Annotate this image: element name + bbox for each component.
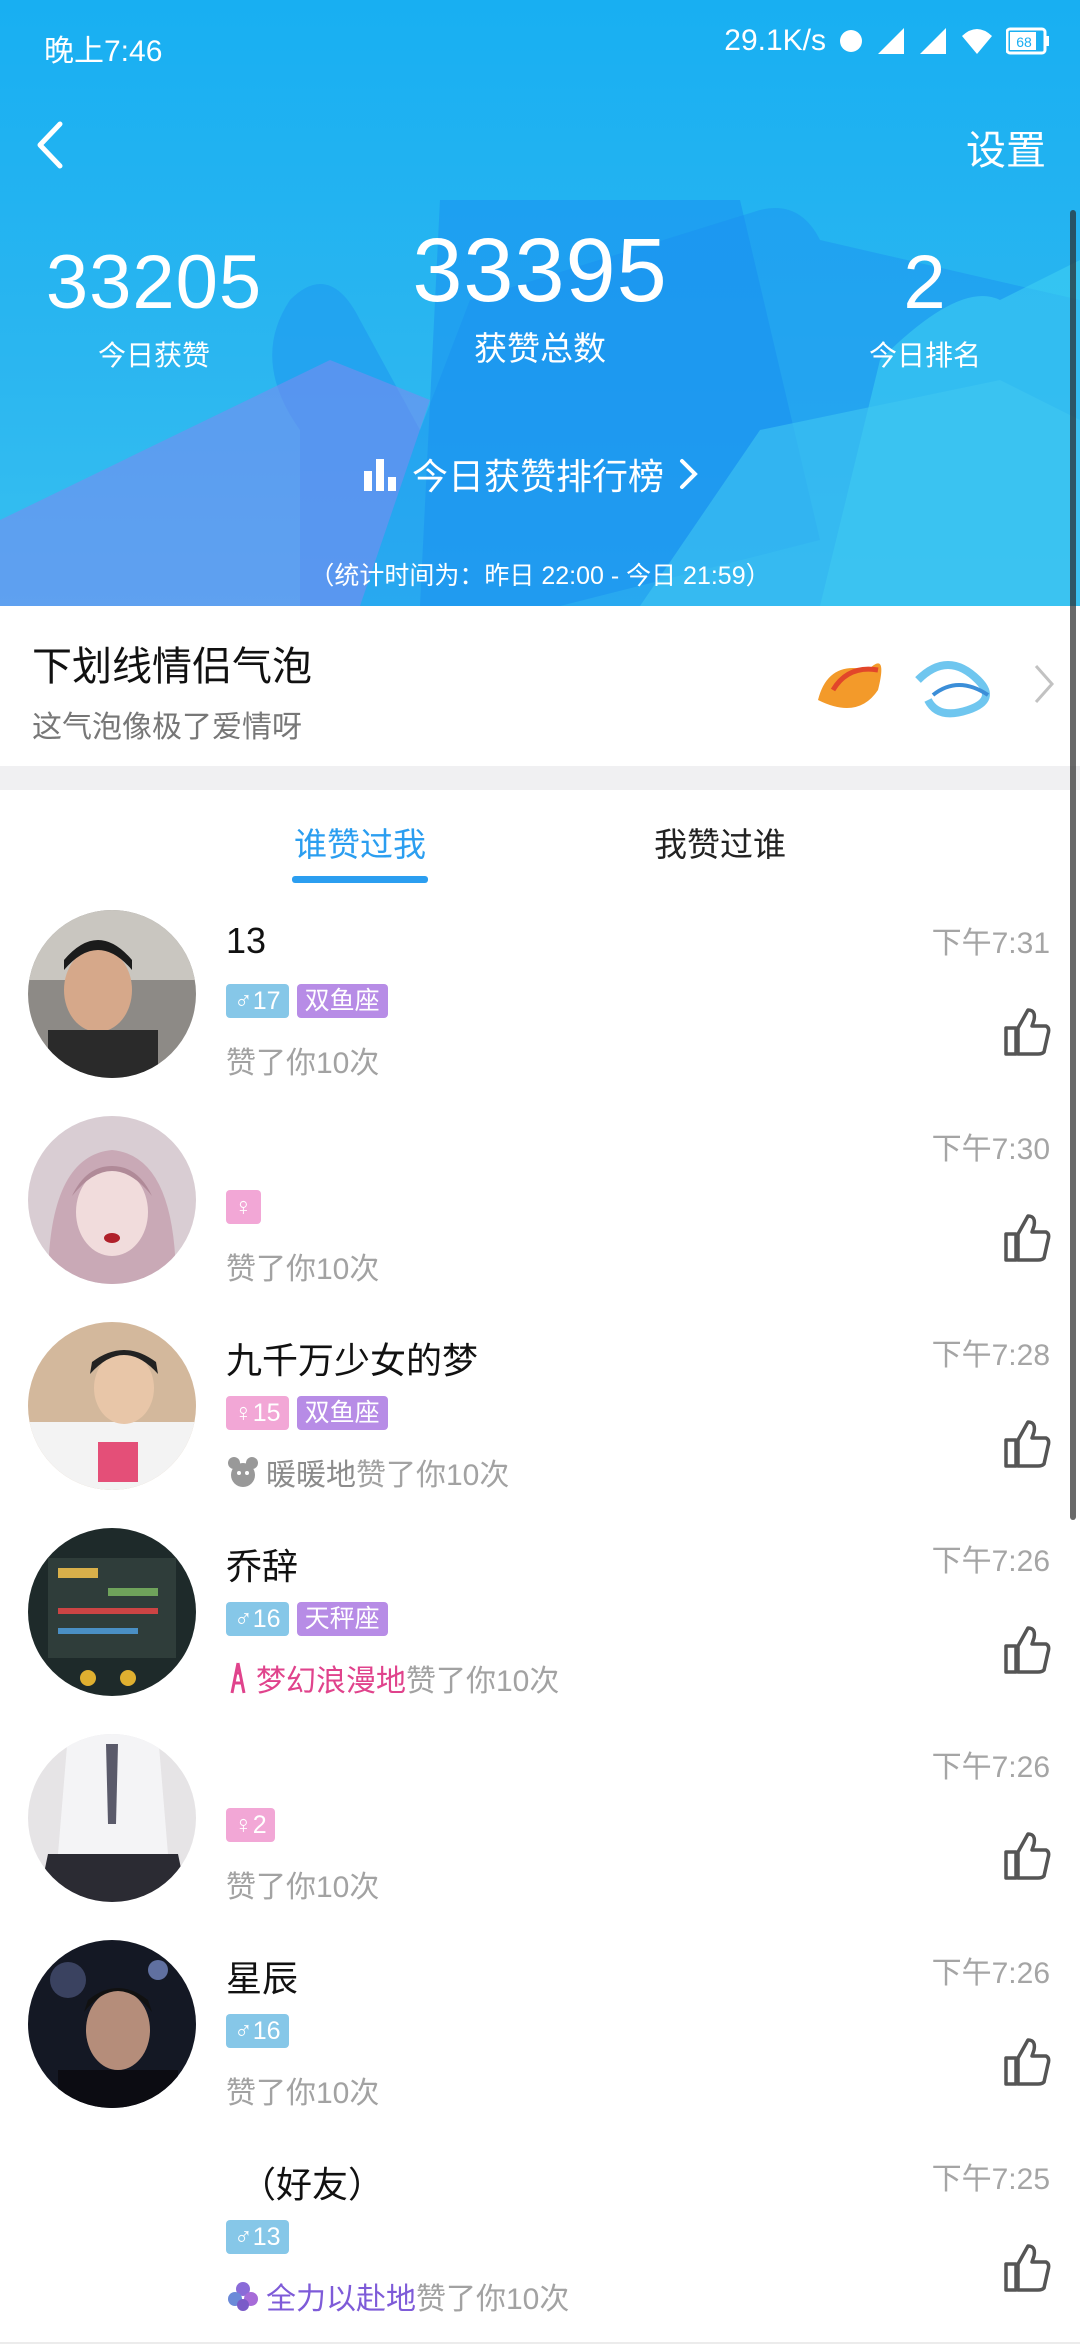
gender-age-badge: ♀2: [226, 1808, 275, 1842]
section-divider: [0, 766, 1080, 790]
zodiac-badge: 双鱼座: [296, 1396, 388, 1430]
user-name: 星辰: [226, 1958, 299, 1999]
avatar[interactable]: [28, 910, 196, 1078]
gender-age-badge: ♂17: [226, 984, 289, 1018]
active-tab-indicator: [292, 876, 428, 883]
total-likes-value: 33395: [412, 221, 668, 321]
today-rank-value: 2: [903, 240, 947, 325]
flower-icon: [228, 2282, 258, 2311]
avatar[interactable]: [28, 1322, 196, 1490]
avatar[interactable]: [28, 1940, 196, 2108]
status-bar: 晚上7:46 29.1K/s 68: [0, 0, 1080, 86]
list-item[interactable]: 下午7:26 ♀2 赞了你10次: [0, 1724, 1080, 1932]
gender-age-badge: ♀: [226, 1190, 261, 1224]
user-name: 九千万少女的梦: [226, 1340, 479, 1381]
avatar[interactable]: [28, 1116, 196, 1284]
thumbs-up-icon[interactable]: [1002, 1830, 1052, 1882]
like-time: 下午7:31: [931, 927, 1050, 960]
chevron-right-icon: [680, 459, 698, 489]
daily-rank-link[interactable]: 今日获赞排行榜: [362, 448, 700, 500]
scrollbar[interactable]: [1070, 210, 1076, 1520]
like-description: 梦幻浪漫地 赞了你10次: [226, 1656, 559, 1700]
top-nav: 设置: [0, 110, 1080, 180]
tab-who-i-liked[interactable]: 我赞过谁: [654, 818, 786, 866]
user-name: （好友）: [240, 2164, 385, 2205]
likes-tabs: 谁赞过我 我赞过谁: [0, 790, 1080, 900]
battery-icon: 68: [1006, 27, 1049, 55]
thumbs-up-icon[interactable]: [1002, 1418, 1052, 1470]
list-item[interactable]: 乔辞 下午7:26 ♂16 天秤座 梦幻浪漫地 赞了你10次: [0, 1518, 1080, 1726]
network-speed: 29.1K/s: [724, 24, 826, 57]
svg-text:68: 68: [1016, 34, 1032, 50]
bubble-promo-banner[interactable]: 下划线情侣气泡 这气泡像极了爱情呀: [0, 606, 1080, 766]
today-likes-label: 今日获赞: [97, 340, 210, 371]
total-likes-label: 获赞总数: [474, 330, 606, 367]
like-time: 下午7:26: [931, 1957, 1050, 1990]
bubble-subtitle: 这气泡像极了爱情呀: [32, 711, 302, 744]
list-item[interactable]: 下午7:30 ♀ 赞了你10次: [0, 1106, 1080, 1314]
like-description: 赞了你10次: [226, 1871, 380, 1904]
list-item[interactable]: （好友） 下午7:25 ♂13 全力以赴地 赞了你10次: [0, 2136, 1080, 2344]
status-time: 晚上7:46: [44, 35, 163, 68]
thumbs-up-icon[interactable]: [1002, 2242, 1052, 2294]
signal-icon-2: [920, 28, 946, 54]
wifi-icon: [962, 29, 992, 54]
notification-icon: [840, 30, 862, 52]
bar-chart-icon: [364, 459, 396, 491]
zodiac-badge: 双鱼座: [296, 984, 388, 1018]
like-description: 赞了你10次: [226, 1047, 380, 1080]
like-time: 下午7:26: [931, 1751, 1050, 1784]
thumbs-up-icon[interactable]: [1002, 1624, 1052, 1676]
gender-age-badge: ♂16: [226, 2014, 289, 2048]
back-button[interactable]: [30, 118, 74, 172]
list-item[interactable]: 星辰 下午7:26 ♂16 赞了你10次: [0, 1930, 1080, 2138]
gender-age-badge: ♂13: [226, 2220, 289, 2254]
list-item[interactable]: 13 下午7:31 ♂17 双鱼座 赞了你10次: [0, 900, 1080, 1108]
user-name: 乔辞: [226, 1546, 299, 1587]
like-time: 下午7:30: [931, 1133, 1050, 1166]
tab-who-liked-me[interactable]: 谁赞过我: [294, 818, 426, 866]
chevron-right-icon: [1034, 665, 1055, 703]
like-time: 下午7:28: [931, 1339, 1050, 1372]
daily-rank-label: 今日获赞排行榜: [412, 456, 665, 497]
eiffel-tower-icon: [230, 1662, 246, 1694]
settings-button[interactable]: 设置: [966, 118, 1046, 176]
gender-age-badge: ♂16: [226, 1602, 289, 1636]
like-description: 暖暖地 赞了你10次: [226, 1450, 509, 1494]
like-description: 全力以赴地 赞了你10次: [226, 2274, 569, 2318]
avatar[interactable]: [28, 1528, 196, 1696]
list-item[interactable]: 九千万少女的梦 下午7:28 ♀15 双鱼座 暖暖地 赞了你10次: [0, 1312, 1080, 1520]
bubble-preview-image: [818, 661, 990, 718]
like-description: 赞了你10次: [226, 1253, 380, 1286]
like-time: 下午7:26: [931, 1545, 1050, 1578]
header-banner: 晚上7:46 29.1K/s 68 设置 33205 今日获赞 33395 获赞…: [0, 0, 1080, 606]
stat-period-note: （统计时间为：昨日 22:00 - 今日 21:59）: [309, 562, 771, 590]
today-rank-stat[interactable]: 2 今日排名: [840, 238, 1010, 374]
thumbs-up-icon[interactable]: [1002, 2036, 1052, 2088]
thumbs-up-icon[interactable]: [1002, 1212, 1052, 1264]
today-rank-label: 今日排名: [868, 340, 981, 371]
thumbs-up-icon[interactable]: [1002, 1006, 1052, 1058]
like-description: 赞了你10次: [226, 2077, 380, 2110]
today-likes-value: 33205: [45, 240, 263, 325]
total-likes-stat: 33395 获赞总数: [400, 226, 680, 370]
bubble-title: 下划线情侣气泡: [32, 645, 312, 689]
avatar[interactable]: [28, 1734, 196, 1902]
bear-icon: [228, 1457, 258, 1487]
like-time: 下午7:25: [931, 2163, 1050, 2196]
gender-age-badge: ♀15: [226, 1396, 289, 1430]
today-likes-stat: 33205 今日获赞: [44, 238, 264, 374]
user-name: 13: [226, 920, 267, 961]
signal-icon: [878, 28, 904, 54]
zodiac-badge: 天秤座: [296, 1602, 388, 1636]
